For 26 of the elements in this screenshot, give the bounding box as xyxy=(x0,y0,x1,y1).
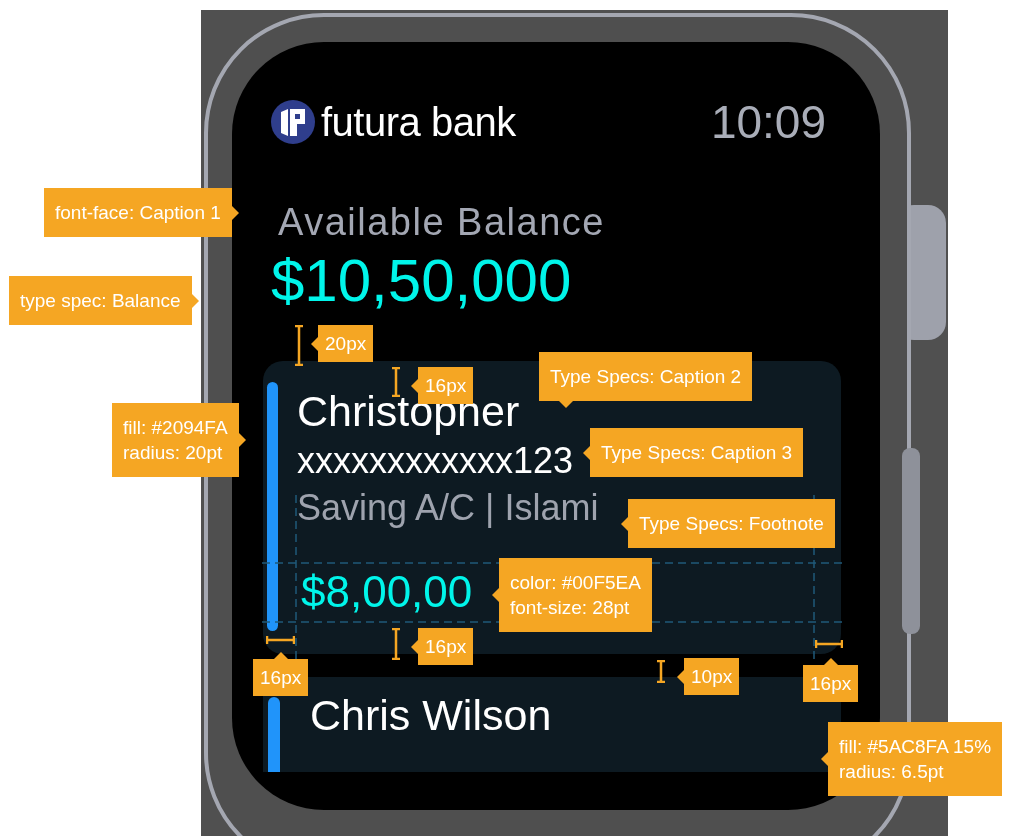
balance-label: Available Balance xyxy=(277,200,606,245)
spacing-label: 20px xyxy=(311,325,374,362)
dimension-marker xyxy=(656,660,666,683)
spec-callout: font-face: Caption 1 xyxy=(44,188,239,237)
spacing-label: 10px xyxy=(677,658,740,695)
account-holder-name: Chris Wilson xyxy=(310,693,552,737)
balance-amount: $10,50,000 xyxy=(270,248,573,314)
spec-callout: color: #00F5EA font-size: 28pt xyxy=(492,558,652,632)
clock-time: 10:09 xyxy=(710,95,826,149)
bank-logo-icon xyxy=(271,100,315,144)
dimension-marker xyxy=(391,628,401,660)
account-type: Saving A/C | Islami xyxy=(297,486,599,530)
spec-callout: fill: #2094FA radius: 20pt xyxy=(112,403,246,477)
bank-name: futura bank xyxy=(321,99,516,145)
spec-callout: type spec: Balance xyxy=(9,276,199,325)
spacing-label: 16px xyxy=(411,628,474,665)
dimension-marker xyxy=(391,367,401,397)
account-number: xxxxxxxxxxxx123 xyxy=(297,439,574,483)
dimension-marker xyxy=(815,639,843,649)
dimension-marker xyxy=(266,635,295,645)
spec-callout: Type Specs: Caption 3 xyxy=(583,428,804,477)
spec-callout: fill: #5AC8FA 15% radius: 6.5pt xyxy=(821,722,1003,796)
account-amount: $8,00,00 xyxy=(300,567,473,617)
dimension-marker xyxy=(294,325,304,366)
spec-callout: Type Specs: Footnote xyxy=(621,499,835,548)
spec-callout: Type Specs: Caption 2 xyxy=(539,352,753,408)
